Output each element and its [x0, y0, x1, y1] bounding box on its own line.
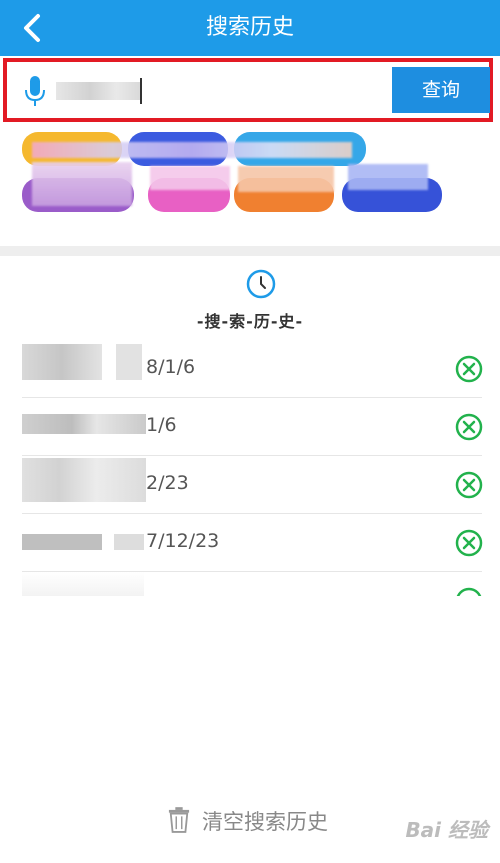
pixelated-mask [116, 344, 142, 380]
history-date: 8/1/6 [146, 356, 196, 378]
search-input[interactable] [56, 82, 142, 100]
history-row[interactable]: 8/1/6 [22, 340, 484, 398]
pixelated-mask [22, 534, 102, 550]
history-date: 7/12/23 [146, 530, 220, 552]
chip-mask-2 [32, 162, 132, 206]
baidu-watermark: Bai 经验 [405, 818, 488, 842]
clock-icon [246, 269, 276, 299]
microphone-icon[interactable] [24, 74, 46, 108]
clear-history-label: 清空搜索历史 [202, 810, 328, 834]
text-caret [140, 78, 142, 104]
history-date: 1/6 [146, 414, 177, 436]
history-row[interactable]: 7/12/23 [22, 514, 484, 572]
pixelated-mask [22, 414, 146, 434]
pixelated-mask [22, 572, 144, 596]
clear-history-button[interactable]: 清空搜索历史 [166, 804, 356, 840]
history-date: 2/23 [146, 472, 189, 494]
chip-mask-1 [32, 142, 352, 158]
pixelated-mask [22, 344, 102, 380]
delete-circle-icon [456, 587, 482, 596]
delete-circle-icon[interactable] [454, 470, 484, 500]
query-button[interactable]: 查询 [392, 67, 490, 113]
history-row[interactable]: 2/23 [22, 456, 484, 514]
delete-circle-icon[interactable] [454, 354, 484, 384]
pixelated-mask [22, 458, 146, 502]
app-header: 搜索历史 [0, 0, 500, 56]
history-row[interactable]: 1/6 [22, 398, 484, 456]
delete-circle-icon[interactable] [454, 528, 484, 558]
chip-mask-5 [348, 164, 428, 190]
delete-circle-icon[interactable] [454, 412, 484, 442]
history-title: -搜-索-历-史- [196, 312, 304, 331]
chip-mask-3 [150, 166, 230, 190]
trash-icon [168, 807, 190, 833]
section-divider [0, 246, 500, 256]
history-row-partial [22, 572, 482, 596]
chip-mask-4 [238, 166, 334, 192]
page-title: 搜索历史 [205, 15, 294, 40]
pixelated-mask [114, 534, 144, 550]
